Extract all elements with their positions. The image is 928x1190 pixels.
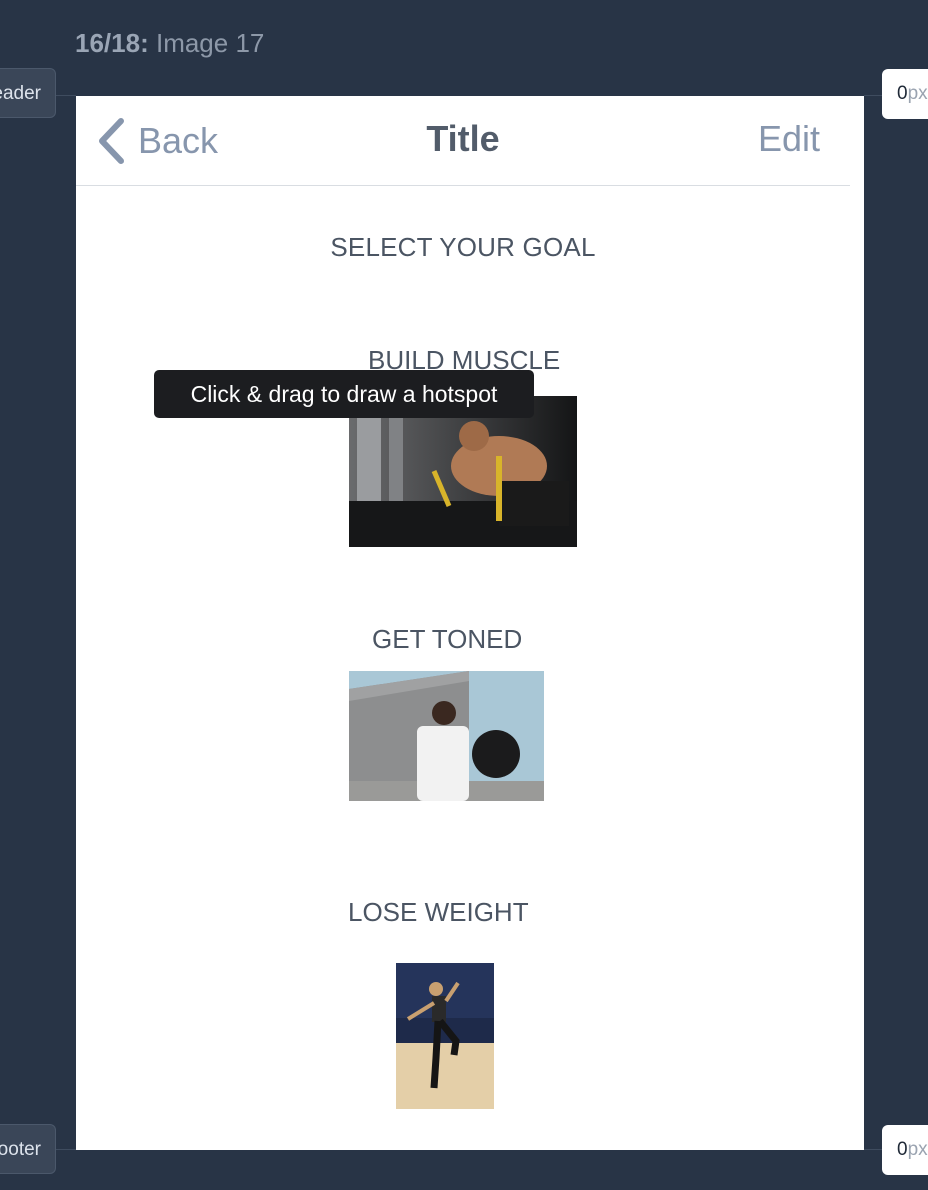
- hotspot-tooltip: Click & drag to draw a hotspot: [154, 370, 534, 418]
- footer-guide-line-right: [864, 1149, 882, 1150]
- page-heading: 16/18: Image 17: [75, 28, 264, 59]
- nav-title: Title: [426, 118, 500, 159]
- screen-canvas[interactable]: Back Title Edit SELECT YOUR GOAL BUILD M…: [76, 96, 864, 1150]
- footer-offset-input[interactable]: 0px: [882, 1125, 928, 1175]
- option-label-get-toned: GET TONED: [372, 624, 523, 654]
- header-tab-label: Header: [0, 83, 41, 104]
- footer-tab[interactable]: Footer: [0, 1124, 56, 1174]
- header-guide-line-right: [864, 95, 882, 96]
- footer-tab-label: Footer: [0, 1139, 41, 1160]
- screen-name: Image 17: [155, 28, 265, 58]
- build-muscle-photo[interactable]: [349, 396, 577, 547]
- lose-weight-photo[interactable]: [396, 963, 494, 1109]
- header-guide-line: [56, 95, 76, 96]
- option-label-lose-weight: LOSE WEIGHT: [348, 897, 529, 927]
- edit-button[interactable]: Edit: [758, 118, 820, 160]
- header-tab[interactable]: Header: [0, 68, 56, 118]
- header-offset-input[interactable]: 0px: [882, 69, 928, 119]
- goal-heading: SELECT YOUR GOAL: [330, 232, 596, 262]
- header-offset-value: 0: [897, 83, 908, 104]
- navigation-bar: Back Title Edit: [76, 96, 850, 186]
- get-toned-photo[interactable]: [349, 671, 544, 801]
- footer-offset-unit: px: [907, 1139, 928, 1160]
- header-offset-unit: px: [907, 83, 928, 104]
- footer-offset-value: 0: [897, 1139, 908, 1160]
- screen-counter: 16/18:: [75, 28, 149, 58]
- footer-guide-line: [56, 1149, 76, 1150]
